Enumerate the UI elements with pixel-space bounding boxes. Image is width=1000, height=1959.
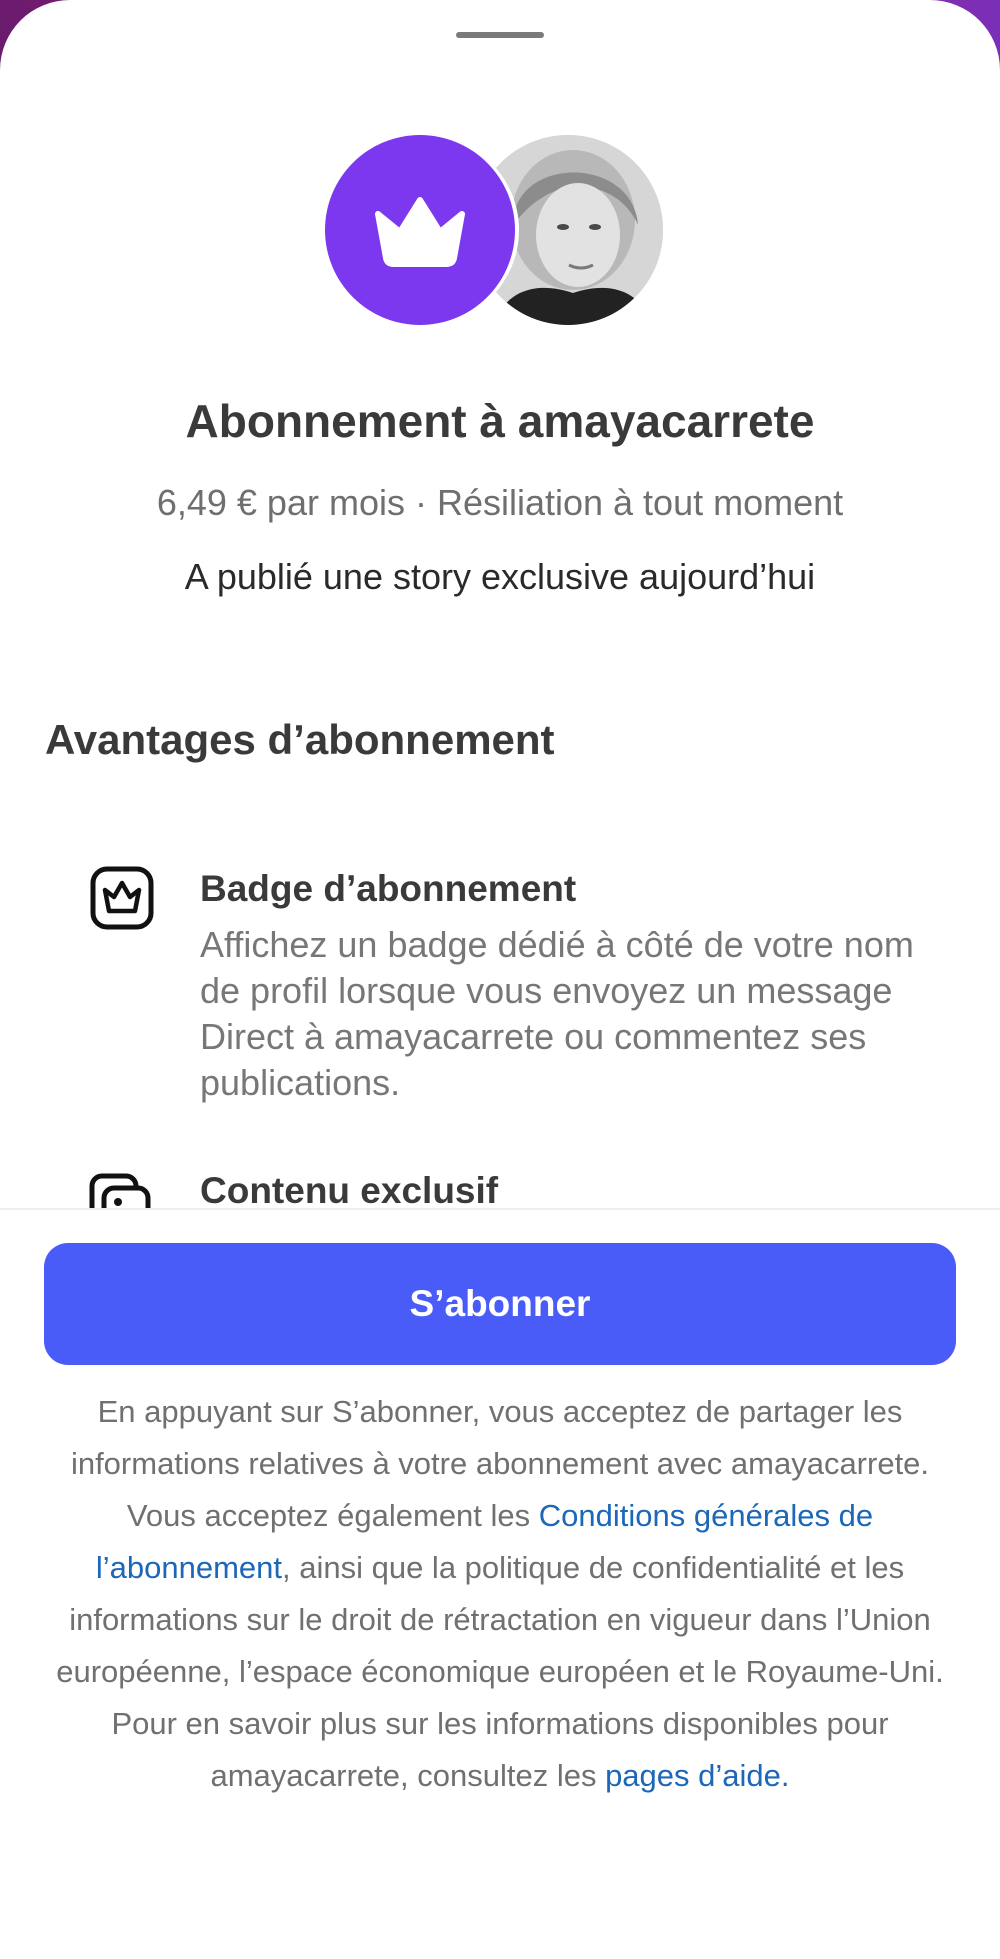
gallery-icon xyxy=(89,1173,151,1210)
price-line: 6,49 € par mois · Résiliation à tout mom… xyxy=(156,482,844,523)
subscription-bottom-sheet: Abonnement à amayacarrete 6,49 € par moi… xyxy=(0,0,1000,1959)
drag-handle[interactable] xyxy=(456,32,544,38)
help-pages-link[interactable]: pages d’aide xyxy=(605,1758,781,1793)
crown-avatar xyxy=(325,135,515,325)
legal-disclaimer: En appuyant sur S’abonner, vous acceptez… xyxy=(40,1386,960,1802)
benefits-section-title: Avantages d’abonnement xyxy=(45,716,555,763)
benefit-title: Badge d’abonnement xyxy=(200,868,577,909)
avatar-group xyxy=(325,135,677,327)
legal-text: , ainsi que la politique de confidential… xyxy=(56,1550,944,1793)
benefit-title: Contenu exclusif xyxy=(200,1170,499,1210)
crown-icon xyxy=(375,197,465,267)
benefits-list: Badge d’abonnement Affichez un badge déd… xyxy=(0,840,1000,1210)
benefit-description: Affichez un badge dédié à côté de votre … xyxy=(200,924,914,1103)
subscribe-button[interactable]: S’abonner xyxy=(44,1243,956,1365)
story-note: A publié une story exclusive aujourd’hui xyxy=(184,556,816,597)
badge-crown-icon xyxy=(90,866,154,930)
divider xyxy=(0,1208,1000,1210)
page-title: Abonnement à amayacarrete xyxy=(185,395,815,447)
legal-text-end: . xyxy=(780,1758,790,1793)
